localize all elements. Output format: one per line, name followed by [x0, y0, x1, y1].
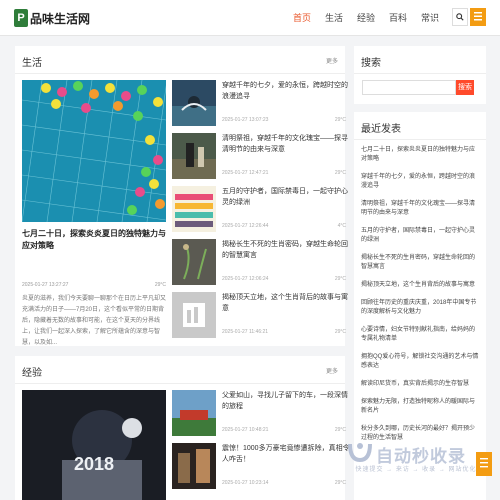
item-date: 2025-01-27 10:48:21: [222, 427, 269, 433]
recent-item[interactable]: 揭秘顶天立地，这个生肖背后的故事与寓意: [361, 281, 479, 290]
feature-temp: 29°C: [154, 282, 166, 288]
sidebar-recent-header: 最近发表: [354, 112, 486, 140]
list-item[interactable]: 震惊！1000多万豪宅竟惨遭拆除，真相令人咋舌！ 2025-01-27 10:2…: [172, 443, 350, 489]
list-item[interactable]: 五月的守护者，国际禁毒日，一起守护心灵的绿洲 2025-01-27 12:26:…: [172, 186, 350, 232]
feature-article[interactable]: 2018: [22, 390, 166, 500]
item-title[interactable]: 震惊！1000多万豪宅竟惨遭拆除，真相令人咋舌！: [222, 443, 350, 465]
item-date: 2025-01-27 12:26:44: [222, 223, 269, 229]
sidebar-search: 搜索 搜索: [354, 46, 486, 104]
search-icon: [456, 13, 464, 21]
back-to-top-icon: [480, 458, 488, 468]
search-input[interactable]: [362, 80, 456, 95]
search-submit-button[interactable]: 搜索: [456, 80, 474, 95]
item-title[interactable]: 穿越千年的七夕，爱的永恒，跨越时空的浪漫追寻: [222, 80, 350, 102]
item-date: 2025-01-27 13:07:23: [222, 117, 269, 123]
more-link[interactable]: 更多: [326, 366, 338, 375]
feature-date: 2025-01-27 13:27:27: [22, 282, 69, 288]
watermark-subtitle: 快速提交 → 来访 → 收录 → 网站优化: [355, 467, 477, 473]
life-section: 生活 更多 七月二十日，探索炎炎夏日的独特魅力与应对策略 2025-01-27 …: [15, 46, 348, 349]
scroll-top-button[interactable]: [476, 452, 492, 476]
thumbnail[interactable]: [172, 80, 216, 126]
item-temp: 4°C: [337, 223, 346, 229]
feature-meta: 2025-01-27 13:27:27 29°C: [22, 282, 166, 288]
item-title[interactable]: 五月的守护者，国际禁毒日，一起守护心灵的绿洲: [222, 186, 350, 208]
item-title[interactable]: 揭秘长生不死的生肖密码，穿越生命轮回的智慧寓言: [222, 239, 350, 261]
list-item[interactable]: 父爱如山，寻找儿子留下的车，一段深情的旅程 2025-01-27 10:48:2…: [172, 390, 350, 436]
watermark-logo-icon: [348, 443, 372, 463]
more-link[interactable]: 更多: [326, 56, 338, 65]
nav-encyclopedia[interactable]: 百科: [382, 0, 414, 36]
watermark-overlay: 自动秒收录 快速提交 → 来访 → 收录 → 网站优化: [346, 438, 486, 478]
recent-item[interactable]: 拥抱QQ爱心符号，解锁社交沟通的艺术与情感表达: [361, 353, 479, 371]
recent-item[interactable]: 探索魅力无限，打造独特昵称人的暖国际与新名片: [361, 398, 479, 416]
menu-icon: [474, 12, 482, 21]
recent-item[interactable]: 心要诗情，妇女节特别献礼指南，给妈妈的专属礼物清单: [361, 326, 479, 344]
list-item[interactable]: 揭秘长生不死的生肖密码，穿越生命轮回的智慧寓言 2025-01-27 12:06…: [172, 239, 350, 285]
list-item[interactable]: 清明祭祖，穿越千年的文化瑰宝——探寻清明节的由来与深意 2025-01-27 1…: [172, 133, 350, 179]
thumbnail[interactable]: [172, 133, 216, 179]
sidebar-search-title: 搜索: [361, 58, 381, 69]
list-item[interactable]: 穿越千年的七夕，爱的永恒，跨越时空的浪漫追寻 2025-01-27 13:07:…: [172, 80, 350, 126]
recent-item[interactable]: 穿越千年的七夕，爱的永恒，跨越时空的浪漫追寻: [361, 173, 479, 191]
experience-section-header: 经验 更多: [15, 356, 345, 384]
recent-item[interactable]: 五月的守护者，国际禁毒日，一起守护心灵的绿洲: [361, 227, 479, 245]
recent-item[interactable]: 清明祭祖，穿越千年的文化瑰宝——探寻清明节的由来与深意: [361, 200, 479, 218]
item-date: 2025-01-27 11:46:21: [222, 329, 269, 335]
sidebar-search-header: 搜索: [354, 46, 486, 74]
site-logo[interactable]: P 品味生活网: [14, 9, 90, 27]
logo-mark: P: [14, 9, 28, 27]
recent-list: 七月二十日，探索炎炎夏日的独特魅力与应对策略 穿越千年的七夕，爱的永恒，跨越时空…: [361, 146, 479, 452]
item-temp: 29°C: [334, 276, 346, 282]
sidebar-recent-title: 最近发表: [361, 124, 401, 135]
item-temp: 29°C: [334, 117, 346, 123]
item-temp: 29°C: [334, 329, 346, 335]
feature-excerpt: 炎夏的滋养，我们今天要聊一聊那个在日历上平凡却又充满活力的日子——7月20日，这…: [22, 296, 167, 346]
nav-home[interactable]: 首页: [286, 0, 318, 36]
recent-item[interactable]: 揭秘长生不死的生肖密码，穿越生命轮回的智慧寓言: [361, 254, 479, 272]
recent-item[interactable]: 回顾往年历史的重庆庆重，2018年中国专节的深度解析与文化魅力: [361, 299, 479, 317]
experience-section: 经验 更多 2018 父爱如山，寻找儿子留下的车，一段深情的旅程 2025-01…: [15, 356, 350, 500]
feature-image[interactable]: 2018: [22, 390, 166, 500]
thumbnail[interactable]: [172, 443, 216, 489]
item-title[interactable]: 清明祭祖，穿越千年的文化瑰宝——探寻清明节的由来与深意: [222, 133, 350, 155]
item-date: 2025-01-27 12:47:21: [222, 170, 269, 176]
thumbnail[interactable]: [172, 239, 216, 285]
recent-item[interactable]: 七月二十日，探索炎炎夏日的独特魅力与应对策略: [361, 146, 479, 164]
menu-button[interactable]: [470, 8, 486, 26]
site-header: P 品味生活网 首页 生活 经验 百科 常识: [0, 0, 500, 36]
item-temp: 29°C: [334, 427, 346, 433]
nav-experience[interactable]: 经验: [350, 0, 382, 36]
header-search-button[interactable]: [452, 8, 468, 26]
thumbnail[interactable]: [172, 186, 216, 232]
life-section-header: 生活 更多: [15, 46, 345, 74]
thumbnail[interactable]: [172, 390, 216, 436]
thumbnail[interactable]: [172, 292, 216, 338]
item-date: 2025-01-27 12:06:24: [222, 276, 269, 282]
recent-item[interactable]: 解读印尼货币，真实背后揭示的生存智慧: [361, 380, 479, 389]
feature-image-text: 2018: [74, 454, 115, 474]
section-title: 生活: [22, 58, 42, 69]
main-nav: 首页 生活 经验 百科 常识: [286, 0, 446, 36]
nav-knowledge[interactable]: 常识: [414, 0, 446, 36]
item-temp: 29°C: [334, 480, 346, 486]
feature-article[interactable]: 七月二十日，探索炎炎夏日的独特魅力与应对策略 2025-01-27 13:27:…: [22, 80, 166, 349]
item-title[interactable]: 父爱如山，寻找儿子留下的车，一段深情的旅程: [222, 390, 350, 412]
item-title[interactable]: 揭秘顶天立地，这个生肖背后的故事与寓意: [222, 292, 350, 314]
nav-life[interactable]: 生活: [318, 0, 350, 36]
list-item[interactable]: 揭秘顶天立地，这个生肖背后的故事与寓意 2025-01-27 11:46:21 …: [172, 292, 350, 338]
section-title: 经验: [22, 368, 42, 379]
item-temp: 29°C: [334, 170, 346, 176]
item-date: 2025-01-27 10:23:14: [222, 480, 269, 486]
logo-text: 品味生活网: [30, 11, 91, 26]
feature-image[interactable]: [22, 80, 166, 222]
feature-title[interactable]: 七月二十日，探索炎炎夏日的独特魅力与应对策略: [22, 228, 166, 252]
